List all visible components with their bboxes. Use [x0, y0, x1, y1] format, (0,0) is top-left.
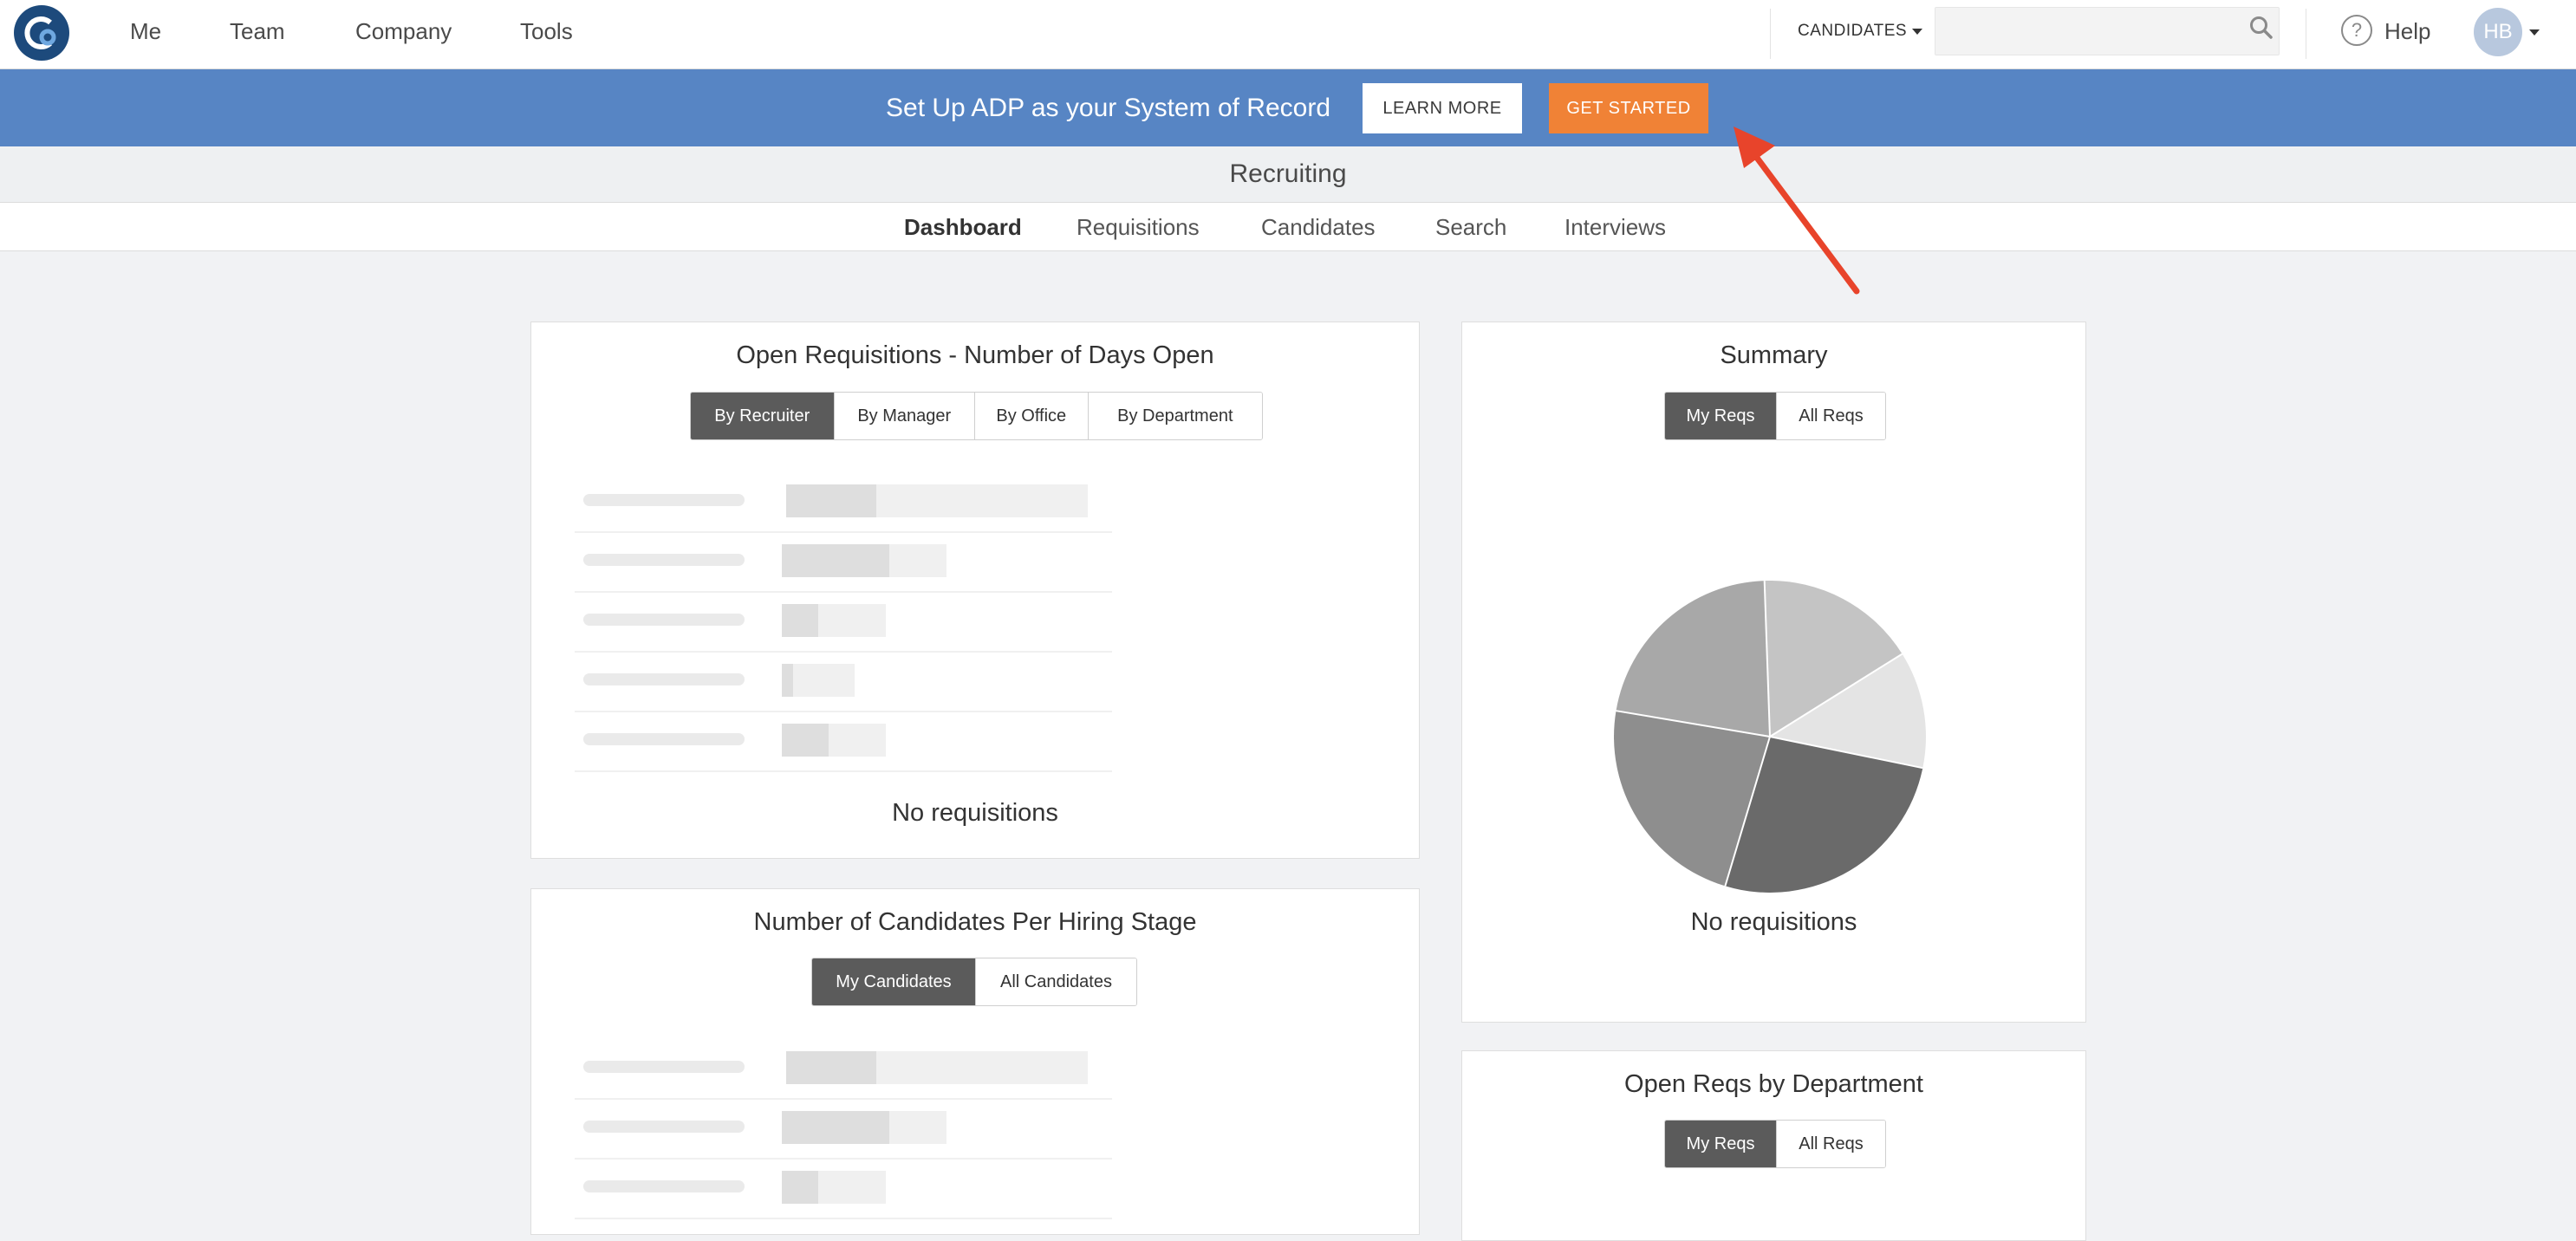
tab-dashboard[interactable]: Dashboard — [904, 213, 1022, 241]
search-icon[interactable] — [2248, 15, 2274, 41]
global-search-input[interactable] — [1944, 13, 2225, 49]
by-manager-button[interactable]: By Manager — [834, 393, 975, 439]
global-search-box — [1935, 7, 2280, 55]
by-recruiter-button[interactable]: By Recruiter — [691, 393, 835, 439]
my-reqs-button[interactable]: My Reqs — [1665, 393, 1777, 439]
promo-banner: Set Up ADP as your System of Record LEAR… — [0, 69, 2576, 146]
placeholder-row — [575, 531, 1112, 593]
card-title: Summary — [1720, 341, 1828, 369]
help-link[interactable]: Help — [2384, 17, 2430, 45]
placeholder-row — [575, 1158, 1112, 1219]
open-requisitions-card: Open Requisitions - Number of Days Open … — [530, 322, 1420, 859]
placeholder-label — [583, 614, 745, 626]
placeholder-row — [575, 711, 1112, 772]
placeholder-bar-track — [782, 724, 886, 757]
placeholder-label — [583, 1061, 745, 1073]
placeholder-bar-track — [786, 1051, 1088, 1084]
my-candidates-button[interactable]: My Candidates — [812, 958, 976, 1005]
placeholder-bar — [786, 484, 876, 517]
chevron-down-icon — [1912, 28, 1923, 35]
placeholder-row — [575, 651, 1112, 712]
placeholder-label — [583, 733, 745, 745]
placeholder-label — [583, 673, 745, 685]
tab-search[interactable]: Search — [1435, 213, 1506, 241]
placeholder-label — [583, 554, 745, 566]
placeholder-bar-track — [782, 544, 946, 577]
card-title: Open Requisitions - Number of Days Open — [736, 341, 1214, 369]
placeholder-bar — [782, 604, 818, 637]
placeholder-bar-track — [786, 484, 1088, 517]
nav-team-link[interactable]: Team — [230, 17, 285, 45]
candidates-dropdown-label: CANDIDATES — [1798, 22, 1908, 40]
placeholder-label — [583, 1121, 745, 1133]
placeholder-bar — [782, 1111, 889, 1144]
placeholder-row — [575, 591, 1112, 653]
placeholder-bar — [782, 544, 889, 577]
summary-placeholder-pie — [1614, 581, 1926, 893]
summary-scope-toggle: My Reqs All Reqs — [1664, 392, 1886, 440]
tab-requisitions[interactable]: Requisitions — [1077, 213, 1200, 241]
page-title: Recruiting — [1229, 159, 1347, 188]
nav-tools-link[interactable]: Tools — [520, 17, 573, 45]
candidates-per-stage-card: Number of Candidates Per Hiring Stage My… — [530, 888, 1420, 1235]
tab-candidates[interactable]: Candidates — [1261, 213, 1376, 241]
empty-state-message: No requisitions — [892, 799, 1058, 827]
placeholder-bar-track — [782, 1171, 886, 1204]
all-candidates-button[interactable]: All Candidates — [975, 958, 1136, 1005]
placeholder-bar — [786, 1051, 876, 1084]
summary-card: Summary My Reqs All Reqs No requisitions — [1461, 322, 2086, 1023]
candidates-search-scope-dropdown[interactable]: CANDIDATES — [1798, 19, 1923, 43]
all-reqs-button[interactable]: All Reqs — [1776, 393, 1885, 439]
get-started-button[interactable]: GET STARTED — [1549, 83, 1708, 133]
placeholder-row — [575, 1098, 1112, 1160]
department-scope-toggle: My Reqs All Reqs — [1664, 1120, 1886, 1168]
placeholder-label — [583, 494, 745, 506]
section-header: Recruiting — [0, 147, 2576, 203]
pie-slice — [1616, 581, 1770, 737]
placeholder-bar — [782, 724, 829, 757]
company-logo-icon[interactable] — [14, 5, 69, 61]
tab-interviews[interactable]: Interviews — [1564, 213, 1666, 241]
placeholder-bar-track — [782, 604, 886, 637]
my-reqs-button[interactable]: My Reqs — [1665, 1121, 1777, 1167]
card-title: Open Reqs by Department — [1624, 1070, 1923, 1098]
nav-me-link[interactable]: Me — [130, 17, 161, 45]
nav-company-link[interactable]: Company — [355, 17, 452, 45]
help-question-icon[interactable]: ? — [2341, 15, 2372, 46]
all-reqs-button[interactable]: All Reqs — [1776, 1121, 1885, 1167]
placeholder-bar — [782, 1171, 818, 1204]
placeholder-row — [575, 471, 1112, 533]
placeholder-bar-track — [782, 664, 855, 697]
open-reqs-by-department-card: Open Reqs by Department My Reqs All Reqs — [1461, 1050, 2086, 1241]
top-navigation-bar: Me Team Company Tools CANDIDATES ? Help … — [0, 0, 2576, 69]
chevron-down-icon[interactable] — [2529, 29, 2540, 36]
open-reqs-grouping-toggle: By Recruiter By Manager By Office By Dep… — [690, 392, 1263, 440]
nav-divider — [1770, 9, 1771, 59]
placeholder-row — [575, 1038, 1112, 1100]
placeholder-bar — [782, 664, 793, 697]
candidates-scope-toggle: My Candidates All Candidates — [811, 958, 1137, 1006]
empty-state-message: No requisitions — [1690, 908, 1857, 936]
card-title: Number of Candidates Per Hiring Stage — [753, 908, 1197, 936]
placeholder-label — [583, 1180, 745, 1192]
recruiting-subnav: Dashboard Requisitions Candidates Search… — [0, 203, 2576, 251]
by-office-button[interactable]: By Office — [975, 393, 1089, 439]
learn-more-button[interactable]: LEARN MORE — [1363, 83, 1522, 133]
banner-message: Set Up ADP as your System of Record — [886, 94, 1331, 122]
annotation-arrow-icon — [1734, 127, 1860, 295]
placeholder-bar-track — [782, 1111, 946, 1144]
by-department-button[interactable]: By Department — [1088, 393, 1262, 439]
user-avatar[interactable]: HB — [2474, 8, 2522, 56]
